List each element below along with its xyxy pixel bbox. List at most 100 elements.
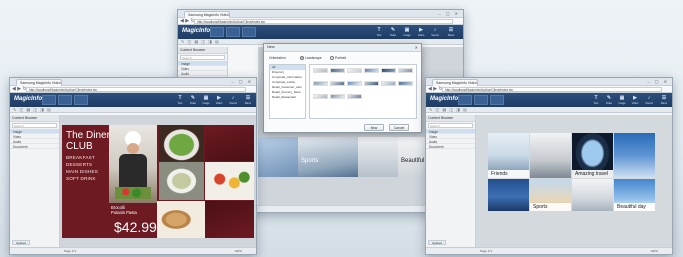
browser-tab[interactable]: Samsung MagicInfo VideoWall Author bbox=[432, 79, 478, 86]
header-button[interactable] bbox=[58, 95, 72, 105]
edit-toolbar[interactable]: ✎ ◰ ▦ ◫ ◨ ▤ bbox=[10, 107, 256, 113]
photo-tile-amazing[interactable]: Amazing travel bbox=[572, 133, 613, 178]
sound-icon[interactable]: ♪ Sound bbox=[430, 27, 440, 37]
header-button[interactable] bbox=[474, 95, 488, 105]
vegetable-photo[interactable] bbox=[205, 162, 254, 200]
sidebar-search[interactable]: Search bbox=[180, 55, 225, 60]
url-field[interactable]: http://localhost/MagicInfo/Author/Client… bbox=[194, 19, 453, 24]
url-field[interactable]: http://localhost/MagicInfo/Author/Client… bbox=[26, 87, 246, 92]
draw-icon[interactable]: ✎ Draw bbox=[188, 95, 198, 105]
upload-button[interactable]: Upload bbox=[428, 240, 446, 245]
chef-photo[interactable] bbox=[109, 125, 157, 203]
menu-item[interactable]: DESSERTS bbox=[66, 161, 98, 168]
template-thumbnail[interactable] bbox=[330, 94, 345, 99]
canvas-area[interactable]: The Diners CLUB BREAKFAST DESSERTS MAIN … bbox=[60, 115, 256, 247]
draw-icon[interactable]: ✎ Draw bbox=[388, 27, 398, 37]
url-field[interactable]: http://localhost/MagicInfo/Author/Client… bbox=[442, 87, 662, 92]
sound-icon[interactable]: ♪ Sound bbox=[228, 95, 238, 105]
draw-icon[interactable]: ✎ Draw bbox=[604, 95, 614, 105]
sidebar-item-document[interactable]: Document bbox=[426, 144, 475, 149]
window-controls[interactable]: – ▢ ✕ bbox=[438, 11, 460, 16]
close-icon[interactable]: ✕ bbox=[415, 44, 418, 51]
template-thumbnail[interactable] bbox=[381, 81, 396, 86]
photo-tile[interactable] bbox=[530, 133, 571, 178]
diners-menu-board[interactable]: The Diners CLUB BREAKFAST DESSERTS MAIN … bbox=[62, 125, 254, 238]
header-button[interactable] bbox=[490, 95, 504, 105]
photo-tile[interactable] bbox=[258, 137, 298, 177]
folder-list[interactable]: All Directory Corporate_Information Corp… bbox=[269, 64, 306, 119]
menu-icon[interactable]: ☰ Menu bbox=[243, 95, 253, 105]
sidebar-item-document[interactable]: Document bbox=[10, 144, 59, 149]
pasta-photo[interactable] bbox=[157, 201, 205, 238]
video-icon[interactable]: ▶ Video bbox=[416, 27, 426, 37]
menu-icon[interactable]: ☰ Menu bbox=[446, 27, 456, 37]
template-thumbnail[interactable] bbox=[330, 68, 345, 73]
header-button[interactable] bbox=[210, 27, 224, 37]
photo-tile-sports[interactable]: Sports bbox=[530, 179, 571, 211]
left-browser-window: Samsung MagicInfo VideoWall Author – ▢ ✕… bbox=[9, 77, 257, 255]
menu-item[interactable]: MAIN DISHES bbox=[66, 168, 98, 175]
photo-tile[interactable] bbox=[488, 179, 529, 211]
template-thumbnail[interactable] bbox=[381, 68, 396, 73]
radio-portrait[interactable]: Portrait bbox=[330, 56, 346, 61]
nav-buttons[interactable]: ◀ ▶ ↻ bbox=[428, 86, 443, 92]
template-thumbnail[interactable] bbox=[330, 81, 345, 86]
photo-tile[interactable] bbox=[358, 137, 398, 177]
header-button[interactable] bbox=[242, 27, 256, 37]
template-thumbnail[interactable] bbox=[364, 81, 379, 86]
image-icon[interactable]: ▣ Image bbox=[201, 95, 211, 105]
radio-landscape[interactable]: Landscape bbox=[300, 56, 322, 61]
menu-icon[interactable]: ☰ Menu bbox=[659, 95, 669, 105]
template-thumbnail[interactable] bbox=[364, 68, 379, 73]
folder-item[interactable]: Retail_Restaurant bbox=[270, 95, 305, 100]
template-thumbnail[interactable] bbox=[398, 81, 413, 86]
address-bar: ◀ ▶ ↻ http://localhost/MagicInfo/Author/… bbox=[178, 18, 463, 25]
sidebar-search[interactable]: Search bbox=[12, 123, 57, 128]
header-button[interactable] bbox=[74, 95, 88, 105]
video-icon[interactable]: ▶ Video bbox=[630, 95, 640, 105]
photo-tile-beautiful[interactable]: Beautiful day bbox=[614, 179, 655, 211]
template-thumbnail[interactable] bbox=[347, 94, 362, 99]
template-grid[interactable] bbox=[309, 64, 417, 119]
window-controls[interactable]: – ▢ ✕ bbox=[647, 79, 669, 84]
photo-tile[interactable] bbox=[614, 133, 655, 178]
sound-icon[interactable]: ♪ Sound bbox=[644, 95, 654, 105]
template-thumbnail[interactable] bbox=[313, 94, 328, 99]
text-icon[interactable]: T Text bbox=[591, 95, 601, 105]
template-thumbnail[interactable] bbox=[313, 68, 328, 73]
text-icon[interactable]: T Text bbox=[374, 27, 384, 37]
upload-button[interactable]: Upload bbox=[12, 240, 30, 245]
nav-buttons[interactable]: ◀ ▶ ↻ bbox=[12, 86, 27, 92]
window-controls[interactable]: – ▢ ✕ bbox=[231, 79, 253, 84]
template-thumbnail[interactable] bbox=[313, 81, 328, 86]
sidebar-search[interactable]: Search bbox=[428, 123, 473, 128]
template-thumbnail[interactable] bbox=[398, 68, 413, 73]
text-icon[interactable]: T Text bbox=[175, 95, 185, 105]
header-button[interactable] bbox=[458, 95, 472, 105]
photo-tile[interactable] bbox=[572, 179, 613, 211]
header-button[interactable] bbox=[42, 95, 56, 105]
zoom-level[interactable]: 100% bbox=[650, 248, 658, 254]
image-icon[interactable]: ▣ Image bbox=[402, 27, 412, 37]
nav-buttons[interactable]: ◀ ▶ ↻ bbox=[180, 18, 195, 24]
template-thumbnail[interactable] bbox=[347, 68, 362, 73]
photo-tile[interactable]: Sports bbox=[298, 137, 358, 177]
browser-tab[interactable]: Samsung MagicInfo VideoWall Author bbox=[184, 11, 230, 18]
image-icon[interactable]: ▣ Image bbox=[617, 95, 627, 105]
edit-toolbar[interactable]: ✎ ◰ ▦ ◫ ◨ ▤ bbox=[426, 107, 672, 113]
template-thumbnail[interactable] bbox=[347, 81, 362, 86]
photo-tile-friends[interactable]: Friends bbox=[488, 133, 529, 178]
page-indicator: Page 1/1 bbox=[480, 249, 493, 253]
new-button[interactable]: New bbox=[364, 124, 384, 131]
soup-photo[interactable] bbox=[159, 162, 204, 200]
browser-tab[interactable]: Samsung MagicInfo VideoWall Author bbox=[16, 79, 62, 86]
video-icon[interactable]: ▶ Video bbox=[214, 95, 224, 105]
menu-item[interactable]: BREAKFAST bbox=[66, 154, 98, 161]
salad-photo[interactable] bbox=[159, 125, 204, 161]
zoom-level[interactable]: 100% bbox=[234, 248, 242, 254]
canvas-area[interactable]: Friends Amazing travel Sports Beautiful … bbox=[476, 115, 672, 247]
header-button[interactable] bbox=[226, 27, 240, 37]
menu-item[interactable]: SOFT DRINK bbox=[66, 175, 98, 182]
cancel-button[interactable]: Cancel bbox=[389, 124, 409, 131]
tab-bar: Samsung MagicInfo VideoWall Author – ▢ ✕ bbox=[10, 78, 256, 86]
